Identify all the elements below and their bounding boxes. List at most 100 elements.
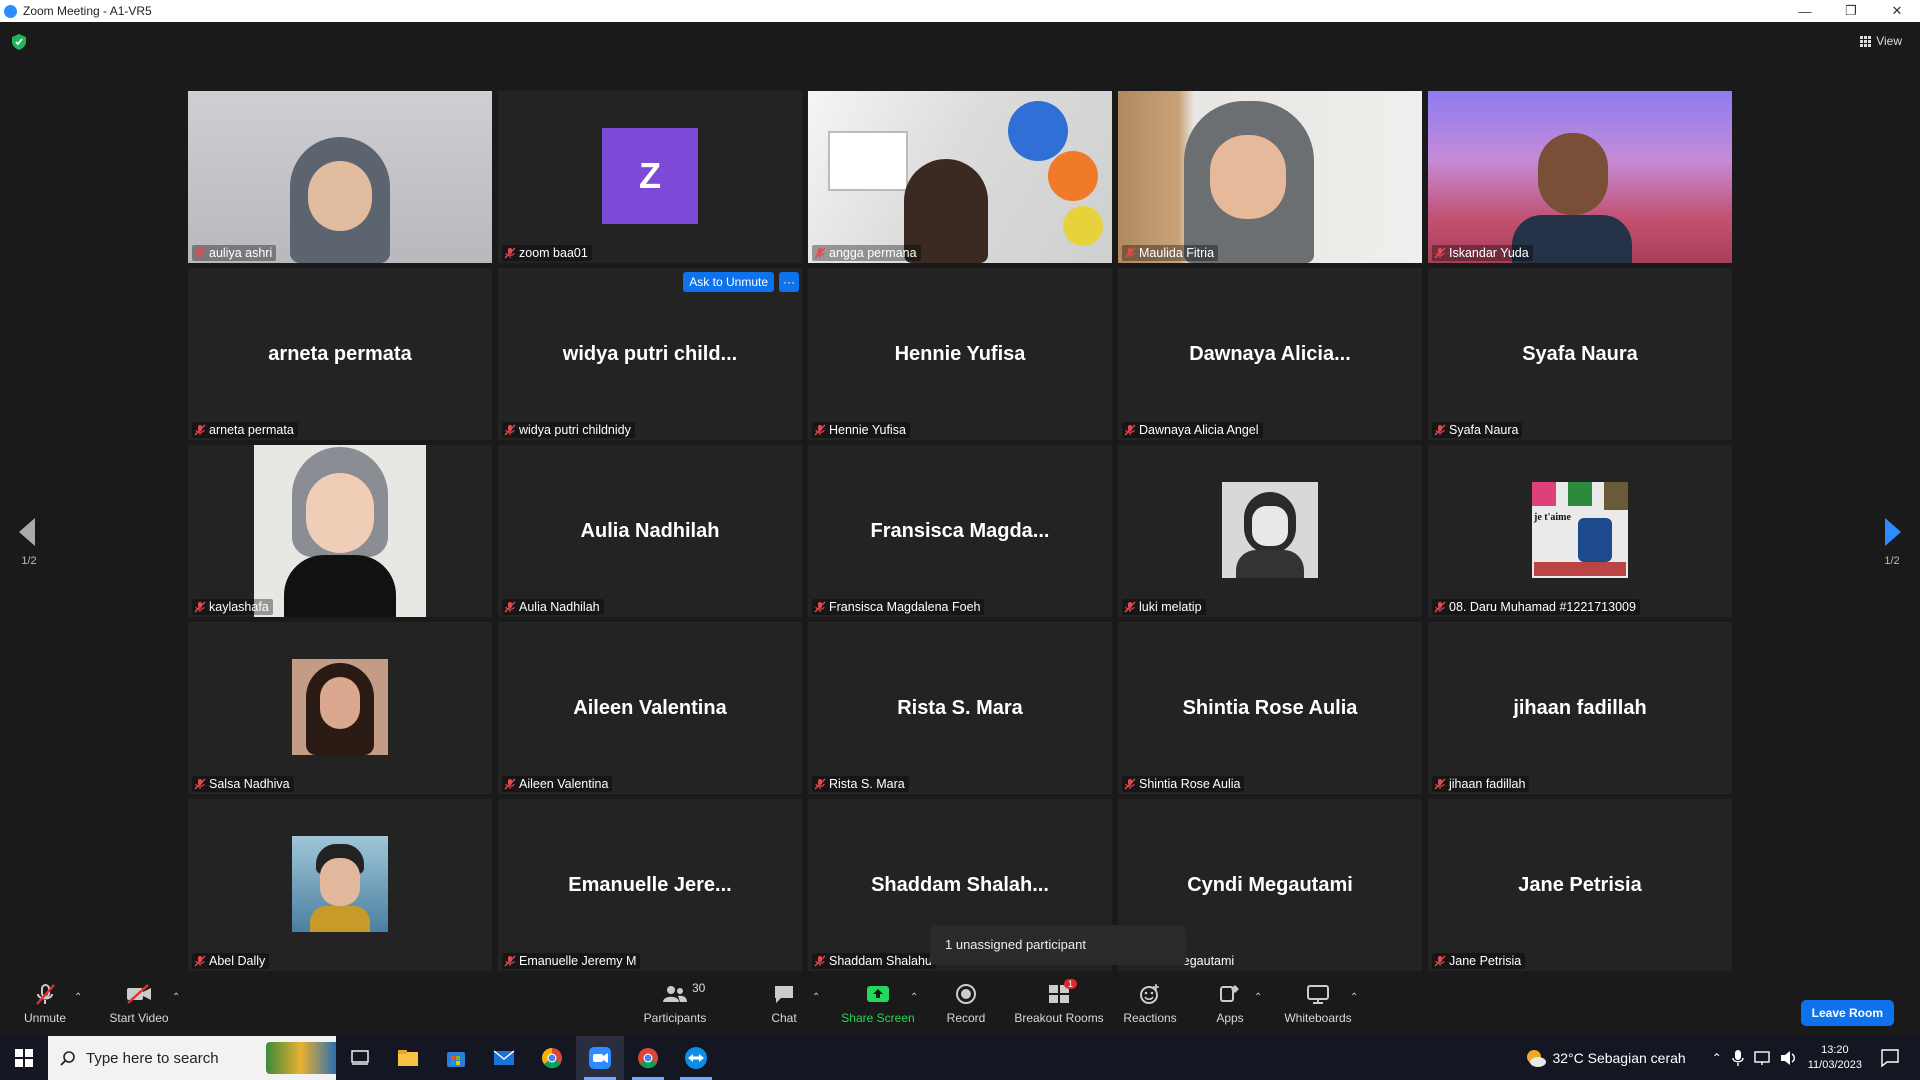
next-page-arrow-icon[interactable] — [1883, 518, 1901, 546]
muted-mic-icon — [194, 247, 206, 259]
participant-name: kaylashafa — [209, 600, 269, 614]
participants-button[interactable]: 30 Participants — [640, 972, 710, 1036]
chat-options-caret-icon[interactable]: ⌃ — [812, 992, 820, 1003]
participant-tile[interactable]: Hennie Yufisa Hennie Yufisa — [808, 268, 1112, 440]
chrome-profile-icon[interactable] — [624, 1036, 672, 1080]
participant-name: Emanuelle Jeremy M — [519, 954, 637, 968]
participant-video — [1118, 91, 1422, 263]
participant-tile[interactable]: Salsa Nadhiva — [188, 622, 492, 794]
video-options-caret-icon[interactable]: ⌃ — [172, 992, 180, 1003]
taskbar-search-box[interactable]: Type here to search — [48, 1036, 336, 1080]
participant-tile[interactable]: Iskandar Yuda — [1428, 91, 1732, 263]
restore-button[interactable]: ❐ — [1828, 0, 1874, 22]
participant-tile[interactable]: Syafa Naura Syafa Naura — [1428, 268, 1732, 440]
audio-options-caret-icon[interactable]: ⌃ — [74, 992, 82, 1003]
participant-tile[interactable]: Emanuelle Jere... Emanuelle Jeremy M — [498, 799, 802, 971]
avatar-text: je t'aime — [1534, 512, 1571, 523]
windows-start-icon[interactable] — [0, 1036, 48, 1080]
participant-tile[interactable]: jihaan fadillah jihaan fadillah — [1428, 622, 1732, 794]
apps-options-caret-icon[interactable]: ⌃ — [1254, 992, 1262, 1003]
participant-video — [254, 445, 426, 617]
record-button[interactable]: Record — [940, 972, 992, 1036]
participant-name: Iskandar Yuda — [1449, 246, 1529, 260]
whiteboards-button[interactable]: Whiteboards — [1282, 972, 1354, 1036]
participants-label: Participants — [643, 1011, 707, 1025]
start-video-button[interactable]: Start Video — [106, 972, 172, 1036]
unmute-button[interactable]: Unmute — [18, 972, 72, 1036]
mail-icon[interactable] — [480, 1036, 528, 1080]
participant-name-label: kaylashafa — [192, 599, 273, 615]
muted-mic-icon — [1124, 247, 1136, 259]
muted-mic-icon — [814, 247, 826, 259]
microsoft-store-icon[interactable] — [432, 1036, 480, 1080]
muted-mic-icon — [504, 424, 516, 436]
participant-name: Abel Dally — [209, 954, 266, 968]
participant-name: Rista S. Mara — [829, 777, 905, 791]
file-explorer-icon[interactable] — [384, 1036, 432, 1080]
participant-tile[interactable]: Jane Petrisia Jane Petrisia — [1428, 799, 1732, 971]
previous-page-arrow-icon[interactable] — [19, 518, 37, 546]
muted-mic-icon — [1434, 955, 1446, 967]
participant-tile[interactable]: Ask to Unmute ··· widya putri child... w… — [498, 268, 802, 440]
participant-tile[interactable]: kaylashafa — [188, 445, 492, 617]
muted-mic-icon — [504, 778, 516, 790]
share-options-caret-icon[interactable]: ⌃ — [910, 992, 918, 1003]
share-screen-button[interactable]: Share Screen — [838, 972, 918, 1036]
participant-tile[interactable]: Maulida Fitria — [1118, 91, 1422, 263]
participant-name: Dawnaya Alicia Angel — [1139, 423, 1259, 437]
breakout-rooms-button[interactable]: 1 Breakout Rooms — [1012, 972, 1106, 1036]
avatar: Z — [602, 128, 698, 224]
volume-icon[interactable] — [1780, 1050, 1798, 1066]
tray-overflow-caret-icon[interactable]: ⌃ — [1712, 1051, 1722, 1065]
close-button[interactable]: ✕ — [1874, 0, 1920, 22]
participant-name-label: Dawnaya Alicia Angel — [1122, 422, 1263, 438]
chrome-icon[interactable] — [528, 1036, 576, 1080]
participant-name: Maulida Fitria — [1139, 246, 1215, 260]
leave-room-button[interactable]: Leave Room — [1800, 1000, 1894, 1026]
participant-tile[interactable]: je t'aime 08. Daru Muhamad #1221713009 — [1428, 445, 1732, 617]
participant-tile[interactable]: Shintia Rose Aulia Shintia Rose Aulia — [1118, 622, 1422, 794]
microphone-icon[interactable] — [1732, 1049, 1744, 1067]
participants-icon — [663, 986, 687, 1002]
task-view-icon[interactable] — [336, 1036, 384, 1080]
reactions-button[interactable]: Reactions — [1120, 972, 1180, 1036]
avatar — [1222, 482, 1318, 578]
participant-tile[interactable]: Rista S. Mara Rista S. Mara — [808, 622, 1112, 794]
participant-name: Syafa Naura — [1449, 423, 1519, 437]
participant-tile[interactable]: Aulia Nadhilah Aulia Nadhilah — [498, 445, 802, 617]
participant-name: legautami — [1180, 954, 1235, 968]
muted-mic-icon — [504, 601, 516, 613]
notification-center-icon[interactable] — [1880, 1048, 1900, 1068]
participant-video — [1428, 91, 1732, 263]
taskbar-clock[interactable]: 13:20 11/03/2023 — [1808, 1043, 1862, 1073]
participant-tile[interactable]: arneta permata arneta permata — [188, 268, 492, 440]
participant-tile[interactable]: Abel Dally — [188, 799, 492, 971]
teamviewer-icon[interactable] — [672, 1036, 720, 1080]
participant-tile[interactable]: Aileen Valentina Aileen Valentina — [498, 622, 802, 794]
chat-button[interactable]: Chat — [762, 972, 806, 1036]
participant-tile[interactable]: auliya ashri — [188, 91, 492, 263]
muted-mic-icon — [194, 424, 206, 436]
participant-display-name: Syafa Naura — [1522, 342, 1638, 365]
whiteboards-options-caret-icon[interactable]: ⌃ — [1350, 992, 1358, 1003]
participant-display-name: widya putri child... — [562, 342, 738, 365]
apps-button[interactable]: Apps — [1208, 972, 1252, 1036]
network-icon[interactable] — [1754, 1050, 1772, 1066]
weather-text[interactable]: 32°C Sebagian cerah — [1552, 1050, 1685, 1066]
page-indicator-right: 1/2 — [1884, 555, 1900, 567]
breakout-badge: 1 — [1063, 979, 1077, 989]
participant-display-name: Shintia Rose Aulia — [1182, 696, 1358, 719]
participant-tile[interactable]: Fransisca Magda... Fransisca Magdalena F… — [808, 445, 1112, 617]
participant-tile[interactable]: luki melatip — [1118, 445, 1422, 617]
chat-label: Chat — [771, 1011, 797, 1025]
muted-mic-icon — [1124, 601, 1136, 613]
participant-display-name: jihaan fadillah — [1513, 696, 1647, 719]
minimize-button[interactable]: — — [1782, 0, 1828, 22]
zoom-taskbar-icon[interactable] — [576, 1036, 624, 1080]
participant-tile[interactable]: Dawnaya Alicia... Dawnaya Alicia Angel — [1118, 268, 1422, 440]
start-video-label: Start Video — [109, 1011, 169, 1025]
security-shield-icon[interactable] — [12, 34, 26, 50]
view-button[interactable]: View — [1860, 34, 1902, 48]
participant-tile-active-speaker[interactable]: angga permana — [808, 91, 1112, 263]
participant-tile[interactable]: Z zoom baa01 — [498, 91, 802, 263]
